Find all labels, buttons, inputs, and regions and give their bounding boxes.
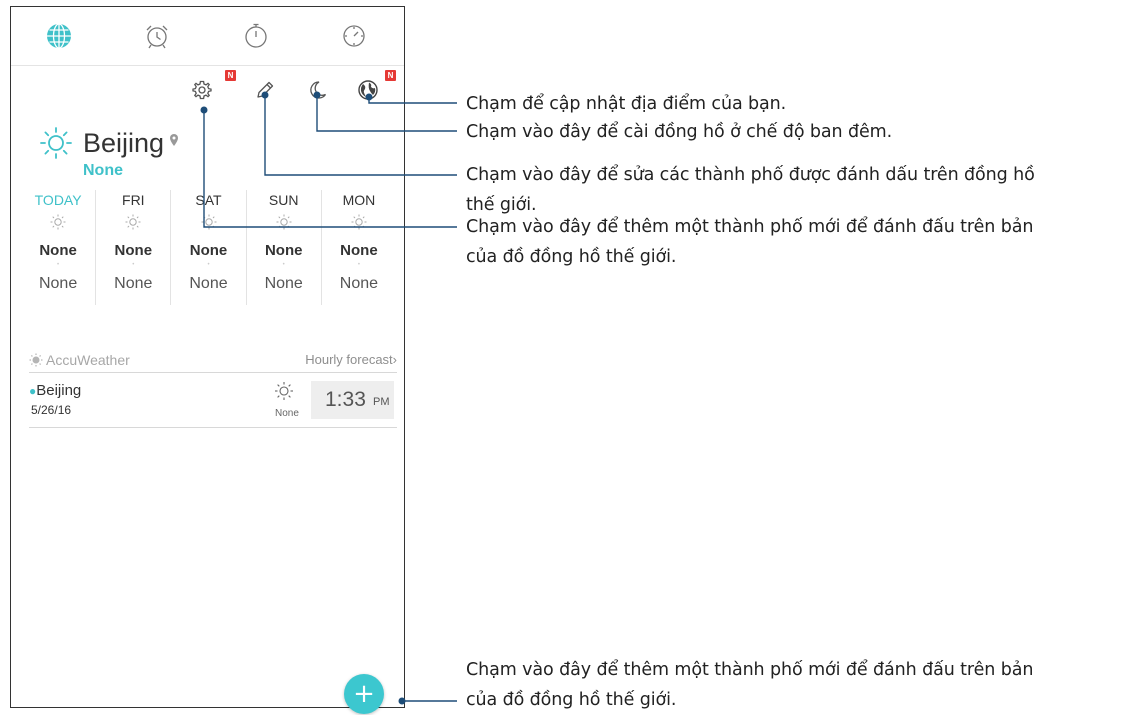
add-city-button[interactable]: + — [344, 674, 384, 714]
forecast-condition: None — [264, 242, 303, 259]
forecast-condition: None — [39, 242, 77, 259]
forecast-day-label: FRI — [122, 192, 145, 208]
location-new-badge: N — [385, 70, 396, 81]
sun-icon — [275, 382, 293, 400]
forecast-low: None — [114, 275, 153, 292]
forecast-day: MON None • None — [322, 190, 396, 305]
forecast-day-label: SUN — [268, 192, 299, 208]
tab-stopwatch[interactable] — [241, 21, 271, 51]
forecast-low: None — [189, 275, 228, 292]
hourly-forecast-link[interactable]: Hourly forecast› — [305, 352, 397, 367]
chevron-right-icon: › — [392, 352, 397, 367]
callout-fab-line2: của đồ đồng hồ thế giới. — [466, 690, 677, 710]
location-pin-icon — [170, 134, 179, 146]
current-weather-header: Beijing — [39, 123, 179, 163]
world-clock-condition: None — [275, 408, 299, 419]
hourly-forecast-label: Hourly forecast — [305, 352, 393, 367]
sun-icon — [125, 214, 141, 230]
forecast-condition: None — [114, 242, 153, 259]
callout-settings-line1: Chạm vào đây để thêm một thành phố mới đ… — [466, 217, 1034, 237]
world-clock-screen: N N Beijing None TODAY None • None FRI N… — [10, 6, 405, 708]
forecast-condition: None — [189, 242, 228, 259]
forecast-low: None — [339, 275, 379, 292]
globe-icon — [47, 23, 71, 49]
edit-button[interactable] — [252, 77, 278, 103]
gear-icon — [192, 80, 212, 100]
forecast-day-label: TODAY — [34, 192, 82, 208]
current-condition: None — [83, 162, 123, 179]
forecast-day-label: MON — [342, 192, 376, 208]
current-city-name[interactable]: Beijing — [83, 128, 164, 159]
alarm-clock-icon — [146, 25, 168, 49]
sun-icon — [50, 214, 66, 230]
world-clock-city-label: Beijing — [36, 382, 82, 399]
sun-icon — [201, 214, 216, 230]
settings-button[interactable] — [189, 77, 215, 103]
forecast-condition: None — [340, 242, 378, 259]
callout-location: Chạm để cập nhật địa điểm của bạn. — [466, 94, 787, 114]
callout-fab-line1: Chạm vào đây để thêm một thành phố mới đ… — [466, 660, 1034, 680]
forecast-day-label: SAT — [195, 192, 222, 208]
callout-settings-line2: của đồ đồng hồ thế giới. — [466, 247, 677, 267]
settings-new-badge: N — [225, 70, 236, 81]
stopwatch-icon — [245, 23, 267, 48]
sun-icon — [276, 214, 292, 230]
timer-icon — [343, 25, 365, 47]
forecast-day: FRI None • None — [96, 190, 172, 305]
forecast-low: None — [264, 275, 303, 292]
world-clock-ampm: PM — [373, 396, 390, 408]
world-clock-entry[interactable]: ●Beijing 5/26/16 None 1:33 PM — [29, 377, 397, 428]
accuweather-label: AccuWeather — [46, 352, 130, 368]
accuweather-sun-icon — [29, 353, 43, 367]
sun-icon — [40, 127, 72, 159]
tab-bar — [11, 7, 404, 66]
callout-edit-line2: thế giới. — [466, 195, 537, 215]
update-location-button[interactable] — [355, 77, 381, 103]
pencil-icon — [257, 81, 274, 98]
tab-alarm[interactable] — [142, 21, 172, 51]
forecast-day: TODAY None • None — [21, 190, 97, 305]
world-clock-time: 1:33 — [325, 388, 366, 411]
world-clock-city: ●Beijing — [29, 382, 81, 399]
moon-icon — [310, 81, 327, 99]
night-mode-button[interactable] — [304, 77, 330, 103]
tab-world-clock[interactable] — [44, 21, 74, 51]
globe-location-icon — [358, 80, 378, 100]
world-clock-time-box: 1:33 PM — [311, 381, 394, 419]
forecast-day: SUN None • None — [247, 190, 322, 305]
callout-night-mode: Chạm vào đây để cài đồng hồ ở chế độ ban… — [466, 122, 893, 142]
tab-timer[interactable] — [339, 21, 369, 51]
accuweather-logo: AccuWeather — [29, 352, 130, 368]
accuweather-row: AccuWeather Hourly forecast› — [29, 350, 397, 373]
forecast-low: None — [38, 275, 78, 292]
world-clock-date: 5/26/16 — [31, 403, 72, 417]
forecast-day: SAT None • None — [171, 190, 247, 305]
callout-edit-line1: Chạm vào đây để sửa các thành phố được đ… — [466, 165, 1035, 185]
forecast-row: TODAY None • None FRI None • None SAT No… — [21, 190, 396, 305]
sun-icon — [351, 214, 367, 230]
